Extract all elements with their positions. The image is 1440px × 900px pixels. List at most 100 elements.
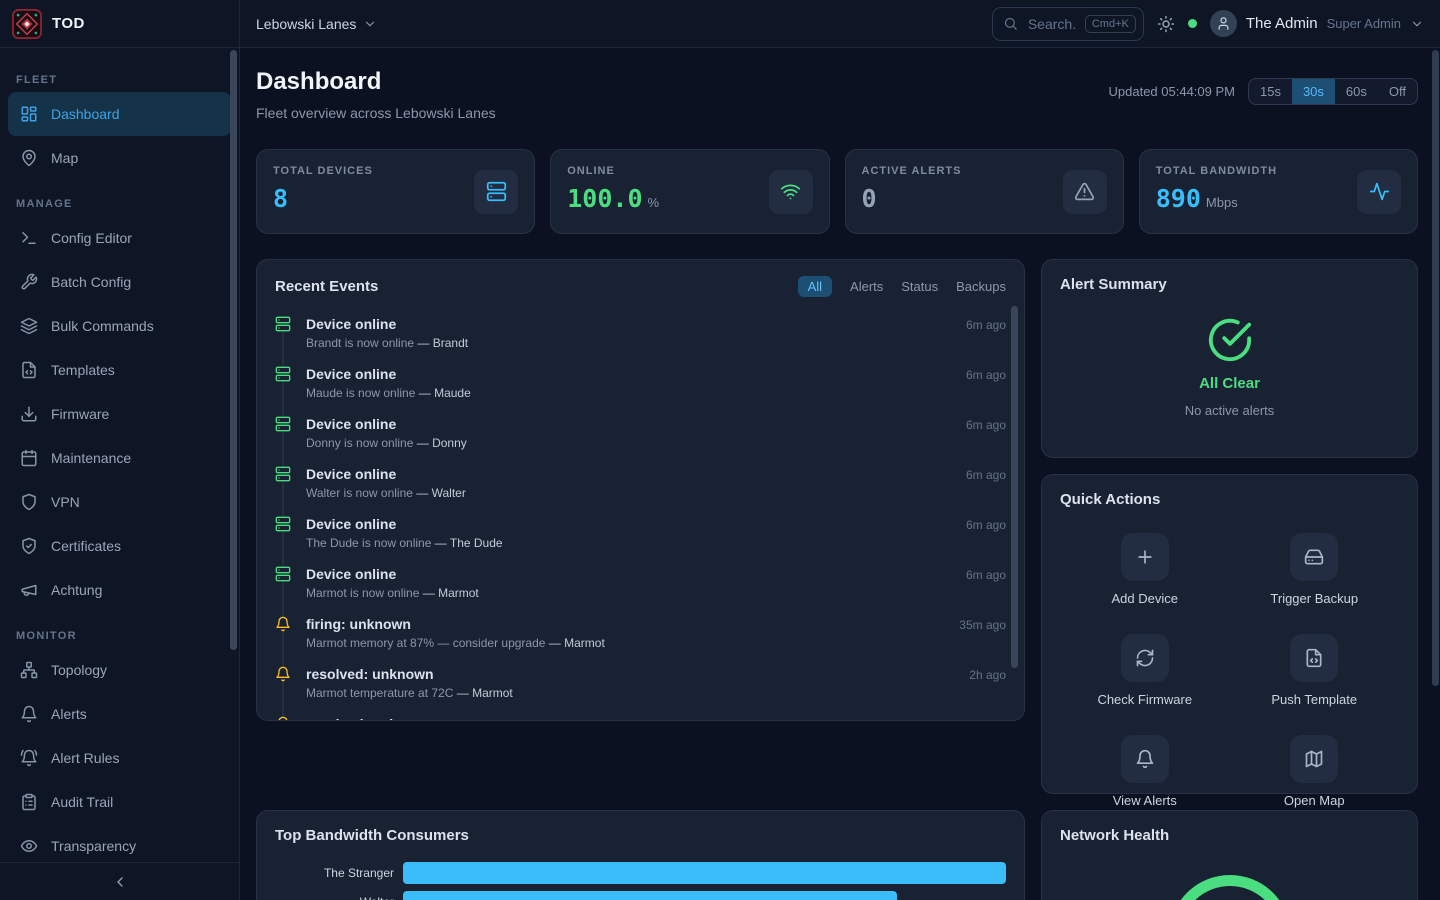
- events-filter-all[interactable]: All: [798, 276, 832, 297]
- events-filter-status[interactable]: Status: [901, 279, 938, 294]
- main-scrollbar[interactable]: [1432, 50, 1439, 686]
- stat-unit: Mbps: [1206, 195, 1238, 210]
- events-filter-backups[interactable]: Backups: [956, 279, 1006, 294]
- refresh-interval-60s[interactable]: 60s: [1335, 79, 1378, 104]
- sidebar-item-firmware[interactable]: Firmware: [8, 392, 231, 436]
- sidebar-item-label: Alerts: [51, 706, 87, 722]
- avatar: [1210, 10, 1237, 37]
- quick-action-push-template[interactable]: Push Template: [1230, 634, 1400, 707]
- alert-summary-status: All Clear: [1199, 375, 1260, 392]
- hard-drive-icon: [1304, 547, 1324, 567]
- event-detail: Donny is now online: [306, 436, 413, 450]
- stat-label: TOTAL BANDWIDTH: [1156, 165, 1277, 177]
- sidebar-item-templates[interactable]: Templates: [8, 348, 231, 392]
- event-row: Device online6m ago Marmot is now online…: [275, 566, 1006, 600]
- sidebar-item-topology[interactable]: Topology: [8, 648, 231, 692]
- sidebar-item-label: Templates: [51, 362, 115, 378]
- stat-icon-chip: [769, 170, 813, 214]
- event-detail: Maude is now online: [306, 386, 415, 400]
- server-icon: [275, 316, 291, 332]
- quick-actions-panel: Quick Actions Add Device Trigger Backup: [1041, 474, 1418, 794]
- event-detail: Marmot temperature at 72C: [306, 686, 453, 700]
- quick-action-view-alerts[interactable]: View Alerts: [1060, 735, 1230, 808]
- stat-label: TOTAL DEVICES: [273, 165, 373, 177]
- brand-name: TOD: [52, 15, 85, 32]
- search-input[interactable]: [1026, 15, 1077, 33]
- refresh-interval-off[interactable]: Off: [1378, 79, 1417, 104]
- quick-action-open-map[interactable]: Open Map: [1230, 735, 1400, 808]
- bandwidth-bar: [403, 862, 1006, 884]
- quick-action-add-device[interactable]: Add Device: [1060, 533, 1230, 606]
- sidebar-item-alert-rules[interactable]: Alert Rules: [8, 736, 231, 780]
- sidebar-item-certificates[interactable]: Certificates: [8, 524, 231, 568]
- sidebar-item-label: Topology: [51, 662, 107, 678]
- search-box[interactable]: Cmd+K: [992, 7, 1144, 41]
- bandwidth-bar: [403, 891, 897, 900]
- sidebar-item-batch-config[interactable]: Batch Config: [8, 260, 231, 304]
- sidebar-item-dashboard[interactable]: Dashboard: [8, 92, 231, 136]
- sidebar-item-label: Map: [51, 150, 78, 166]
- sidebar-scrollbar[interactable]: [230, 50, 237, 650]
- sidebar-item-config-editor[interactable]: Config Editor: [8, 216, 231, 260]
- events-scrollbar[interactable]: [1011, 306, 1018, 668]
- sidebar-item-maintenance[interactable]: Maintenance: [8, 436, 231, 480]
- sidebar-item-achtung[interactable]: Achtung: [8, 568, 231, 612]
- alert-triangle-icon: [1074, 181, 1095, 202]
- event-time: 6m ago: [966, 418, 1006, 432]
- recent-events-title: Recent Events: [275, 278, 378, 295]
- bell-icon: [20, 705, 38, 723]
- sidebar-item-label: VPN: [51, 494, 80, 510]
- wrench-icon: [20, 273, 38, 291]
- event-detail: The Dude is now online: [306, 536, 431, 550]
- event-time: 6m ago: [966, 368, 1006, 382]
- events-filter-alerts[interactable]: Alerts: [850, 279, 883, 294]
- bandwidth-chart: The Stranger Walter: [275, 862, 1006, 900]
- event-row: firing: unknown35m ago Marmot memory at …: [275, 616, 1006, 650]
- quick-action-trigger-backup[interactable]: Trigger Backup: [1230, 533, 1400, 606]
- stat-card-total-devices: TOTAL DEVICES 8: [256, 149, 535, 234]
- terminal-icon: [20, 229, 38, 247]
- event-time: 6m ago: [966, 318, 1006, 332]
- event-title: Device online: [306, 566, 396, 582]
- stat-card-online: ONLINE 100.0%: [550, 149, 829, 234]
- network-icon: [20, 661, 38, 679]
- refresh-interval-15s[interactable]: 15s: [1249, 79, 1292, 104]
- quick-action-label: Check Firmware: [1097, 692, 1192, 707]
- network-health-panel: Network Health 100: [1041, 810, 1418, 900]
- stat-value: 100.0: [567, 184, 642, 213]
- sidebar-item-label: Firmware: [51, 406, 109, 422]
- quick-action-check-firmware[interactable]: Check Firmware: [1060, 634, 1230, 707]
- sidebar-item-label: Batch Config: [51, 274, 131, 290]
- file-code-icon: [20, 361, 38, 379]
- chevron-down-icon: [1410, 17, 1424, 31]
- sidebar-item-bulk-commands[interactable]: Bulk Commands: [8, 304, 231, 348]
- bell-icon: [1135, 749, 1155, 769]
- map-pin-icon: [20, 149, 38, 167]
- quick-action-label: Push Template: [1271, 692, 1357, 707]
- bandwidth-device-label: Walter: [275, 895, 403, 900]
- refresh-icon: [1135, 648, 1155, 668]
- theme-toggle-sun-icon[interactable]: [1157, 15, 1175, 33]
- server-icon: [275, 566, 291, 582]
- bandwidth-row: Walter: [275, 891, 1006, 900]
- alert-summary-panel: Alert Summary All Clear No active alerts: [1041, 259, 1418, 458]
- event-detail: Marmot memory at 87% — consider upgrade: [306, 636, 545, 650]
- chevron-left-icon[interactable]: [112, 874, 128, 890]
- sidebar-item-map[interactable]: Map: [8, 136, 231, 180]
- user-menu[interactable]: The Admin Super Admin: [1210, 10, 1424, 37]
- clipboard-list-icon: [20, 793, 38, 811]
- sidebar-item-vpn[interactable]: VPN: [8, 480, 231, 524]
- topbar-right: Cmd+K The Admin Super Admin: [992, 7, 1424, 41]
- quick-action-label: View Alerts: [1113, 793, 1177, 808]
- stat-value: 8: [273, 184, 288, 213]
- org-switcher[interactable]: Lebowski Lanes: [256, 16, 377, 32]
- calendar-icon: [20, 449, 38, 467]
- event-device: — Marmot: [457, 686, 513, 700]
- event-title: resolved: unknown: [306, 666, 434, 682]
- event-row: Device online6m ago The Dude is now onli…: [275, 516, 1006, 550]
- sidebar-item-audit-trail[interactable]: Audit Trail: [8, 780, 231, 824]
- server-icon: [486, 181, 507, 202]
- refresh-interval-30s[interactable]: 30s: [1292, 79, 1335, 104]
- bell-icon: [275, 666, 291, 682]
- sidebar-item-alerts[interactable]: Alerts: [8, 692, 231, 736]
